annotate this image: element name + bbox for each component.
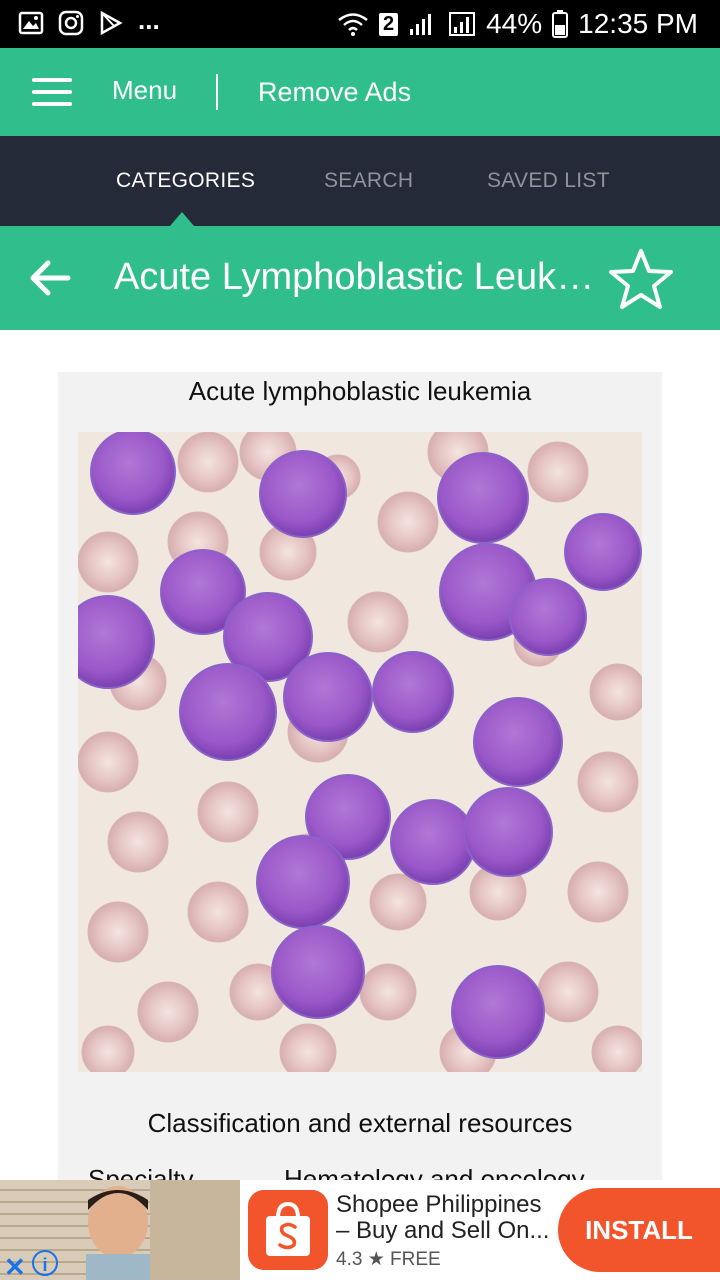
tab-search[interactable]: SEARCH bbox=[324, 169, 413, 193]
remove-ads-button[interactable]: Remove Ads bbox=[258, 77, 411, 108]
signal-icon bbox=[410, 14, 432, 35]
page-title: Acute Lymphoblastic Leukemia bbox=[114, 256, 608, 298]
signal-icon-2 bbox=[449, 12, 476, 36]
tab-saved-list[interactable]: SAVED LIST bbox=[487, 169, 610, 193]
instagram-icon bbox=[58, 10, 84, 36]
back-arrow-icon[interactable] bbox=[28, 256, 72, 300]
star-filled-icon: ★ bbox=[367, 1249, 385, 1270]
status-bar: ... 2 44% 12:35 PM bbox=[0, 0, 720, 48]
ad-price: FREE bbox=[390, 1249, 441, 1270]
title-bar: Acute Lymphoblastic Leukemia bbox=[0, 226, 720, 330]
tab-categories[interactable]: CATEGORIES bbox=[116, 169, 255, 193]
classification-heading: Classification and external resources bbox=[147, 1108, 573, 1138]
status-left: ... bbox=[18, 5, 160, 36]
status-overflow: ... bbox=[138, 4, 160, 35]
gallery-icon bbox=[18, 11, 44, 35]
app-bar-divider bbox=[216, 74, 218, 110]
status-right: 2 44% 12:35 PM bbox=[337, 8, 698, 40]
ad-app-name[interactable]: Shopee Philippines – Buy and Sell On... bbox=[336, 1192, 556, 1244]
tab-bar: CATEGORIES SEARCH SAVED LIST bbox=[0, 136, 720, 226]
menu-icon[interactable] bbox=[32, 78, 72, 106]
play-store-icon bbox=[100, 10, 123, 36]
ad-info-icon[interactable]: i bbox=[32, 1250, 58, 1276]
app-bar: Menu Remove Ads bbox=[0, 48, 720, 136]
ad-meta: 4.3 ★ FREE bbox=[336, 1248, 441, 1271]
battery-percent: 44% bbox=[486, 8, 543, 39]
ad-close-icon[interactable]: ✕ bbox=[4, 1252, 26, 1283]
infobox: Acute lymphoblastic leukemia Classificat… bbox=[58, 372, 662, 1194]
ad-banner[interactable]: ✕ i Shopee Philippines – Buy and Sell On… bbox=[0, 1180, 720, 1283]
ad-rating: 4.3 bbox=[336, 1249, 363, 1270]
image-caption: Acute lymphoblastic leukemia bbox=[188, 376, 532, 406]
shopee-app-icon[interactable] bbox=[248, 1190, 328, 1270]
microscopy-image[interactable] bbox=[78, 432, 642, 1072]
menu-button[interactable]: Menu bbox=[112, 75, 177, 106]
active-tab-indicator bbox=[170, 212, 194, 226]
wifi-icon bbox=[338, 13, 368, 36]
battery-icon bbox=[552, 10, 569, 38]
install-button[interactable]: INSTALL bbox=[558, 1188, 720, 1272]
star-outline-icon[interactable] bbox=[608, 248, 674, 310]
sim-badge: 2 bbox=[378, 12, 399, 36]
clock: 12:35 PM bbox=[578, 8, 698, 39]
